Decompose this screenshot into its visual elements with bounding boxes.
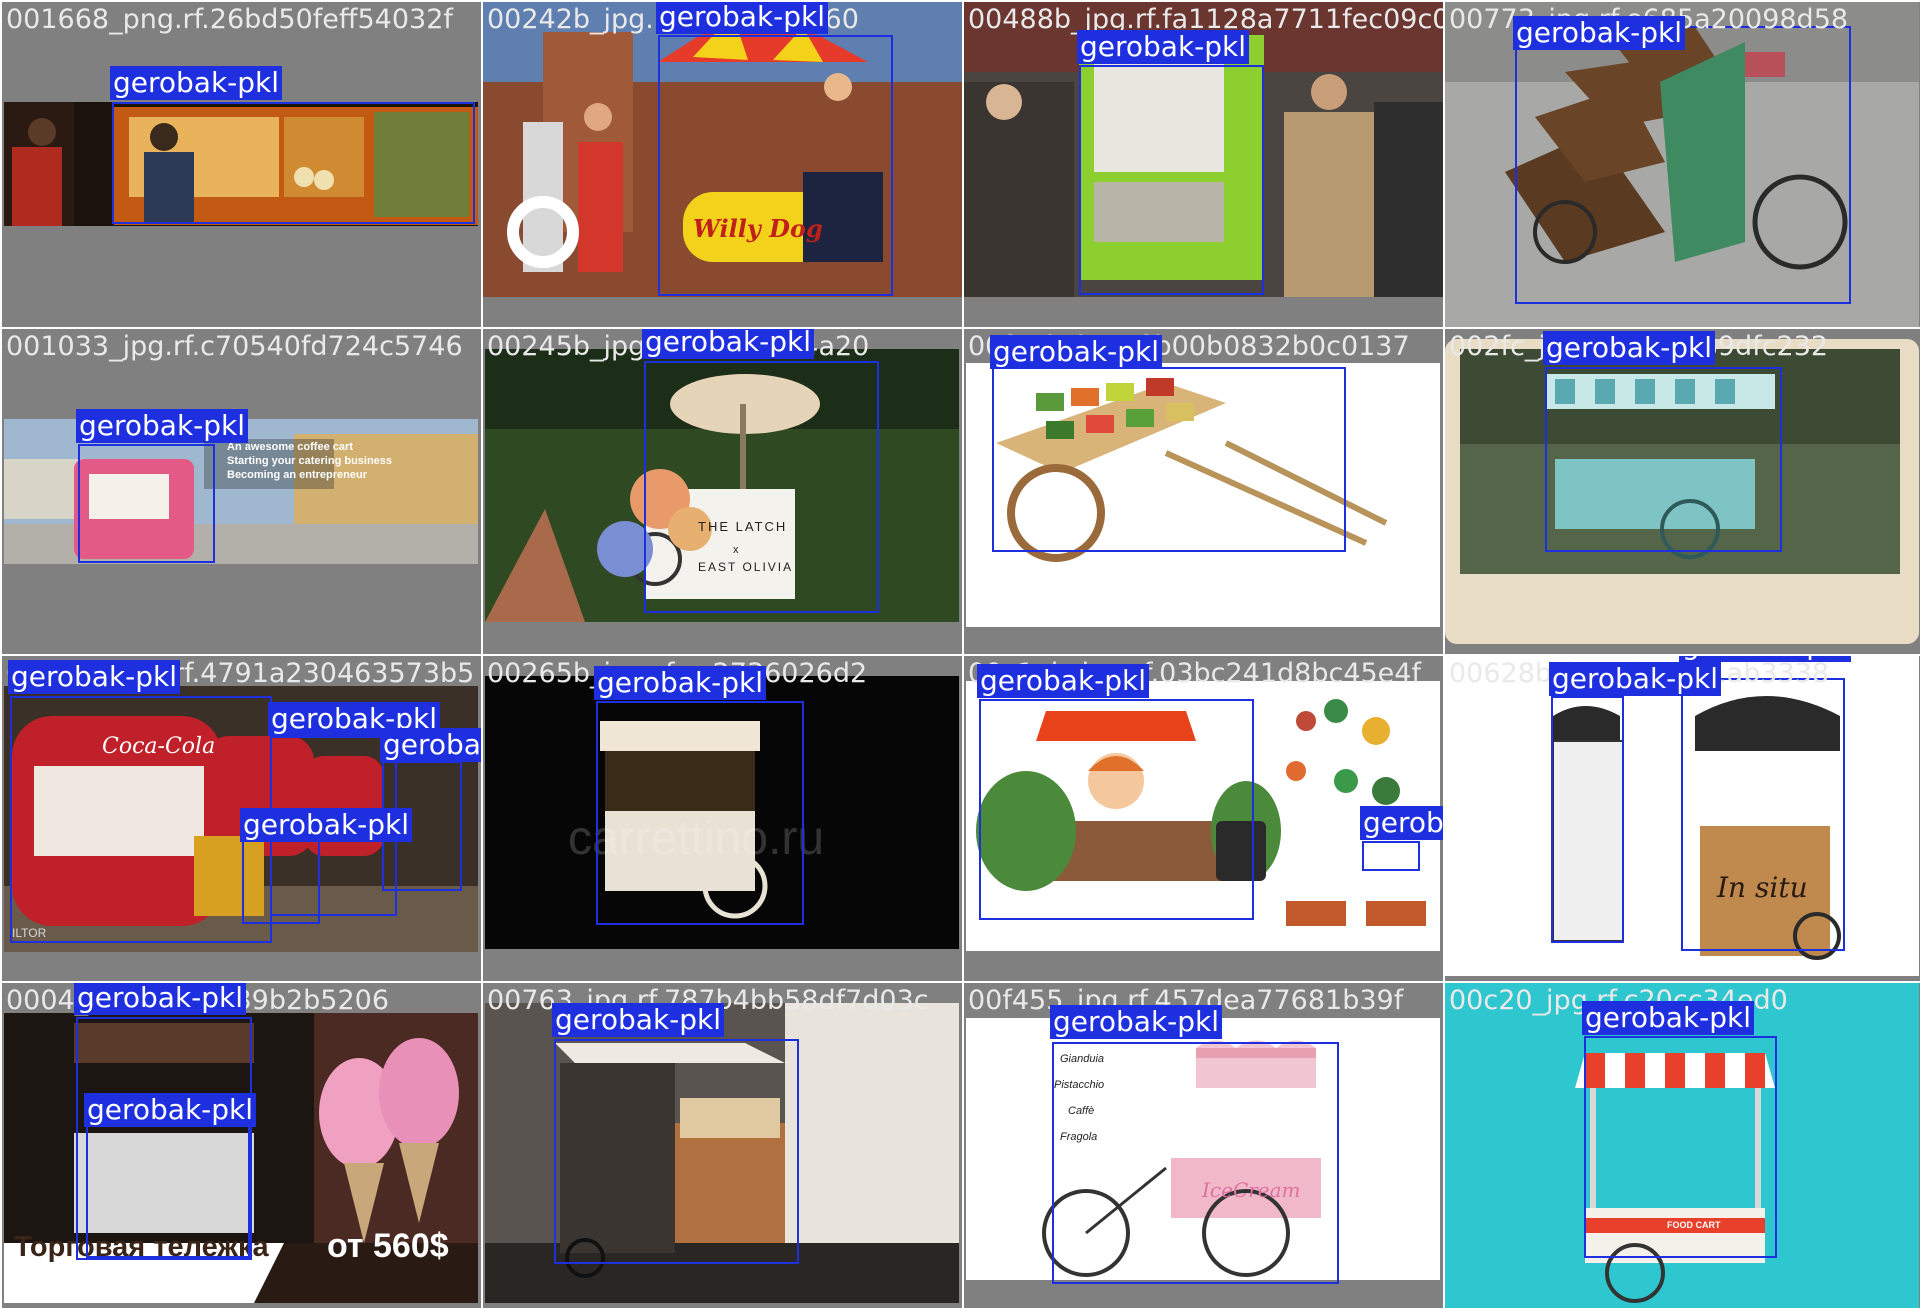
bbox [1545,367,1782,552]
bbox [979,699,1254,920]
tile-7: 00f28b_jpg.rf.b00b0832b0c0137 gerobak-pk… [964,329,1443,654]
tile-13: Торговая тележка от 560$ 0004_jpg.rf.9d1… [2,983,481,1308]
bbox-label: gerobak-pkl [1679,656,1852,662]
bbox [992,367,1346,552]
bbox-label: gerobak-pkl [76,409,249,443]
bbox [554,1039,799,1264]
bbox-label: gerobak-pkl [1360,806,1443,840]
bbox-label: gerobak-pkl [84,1093,257,1127]
bbox [1515,26,1851,304]
tile-filename: 001668_png.rf.26bd50feff54032f [6,4,453,35]
bbox-label: gerobak-pkl [656,2,829,34]
bbox [644,361,879,613]
tile-3: 00488b_jpg.rf.fa1128a7711fec09c0a7 gerob… [964,2,1443,327]
tile-15: Gianduia Pistacchio Caffè Fragola IceCre… [964,983,1443,1308]
bbox-label: gerobak-pkl [110,66,283,100]
bbox [1584,1036,1777,1258]
tile-2: Willy Dog 00242b_jpg.rf.fd0ce0e9760 gero… [483,2,962,327]
tile-filename: 001033_jpg.rf.c70540fd724c5746 [6,331,463,362]
bbox-label: gerobak-pkl [1543,331,1716,365]
tile-14: 00763_jpg.rf.787b4bb58df7d03c gerobak-pk… [483,983,962,1308]
bbox-label: gerobak-pkl [240,808,413,842]
photo-text-coffee-3: Becoming an entrepreneur [227,469,367,481]
bbox-label: gerobak-pkl [977,664,1150,698]
bbox [1551,696,1624,943]
bbox-label: gerobak-pkl [990,335,1163,369]
tile-1: 001668_png.rf.26bd50feff54032f gerobak-p… [2,2,481,327]
bbox-label: gerobak-pkl [1513,16,1686,50]
bbox [78,444,215,563]
bbox [1362,841,1420,871]
bbox [86,1113,250,1258]
bbox [658,35,893,296]
bbox-label: gerobak-pkl [380,728,481,762]
tile-11: 00c1ab_jpg.rf.03bc241d8bc45e4f gerobak-p… [964,656,1443,981]
bbox-label: gerobak-pkl [552,1003,725,1037]
tile-5: An awesome coffee cart Starting your cat… [2,329,481,654]
bbox-label: gerobak-pkl [642,329,815,359]
tile-8: 002fc_jpg.rf.d1ee289dfc232 gerobak-pkl [1445,329,1920,654]
bbox [112,102,475,224]
bbox [596,701,804,925]
tile-9: Coca-Cola ILTOR 001200_jpg.rf.4791a23046… [2,656,481,981]
tile-6: THE LATCH x EAST OLIVIA 00245b_jpg.rf.d1… [483,329,962,654]
bbox [10,696,272,943]
bbox-label: gerobak-pkl [1050,1005,1223,1039]
bbox [1079,65,1264,295]
tile-10: carrettino.ru 00265b_jpg.rf.ec2736026d2 … [483,656,962,981]
bbox-label: gerobak-pkl [74,983,247,1015]
photo-text-cotton-price: от 560$ [327,1227,449,1265]
bbox-label: gerobak-pkl [1077,30,1250,64]
tile-16: FOOD CART 00c20_jpg.rf.c20cc34ed0 geroba… [1445,983,1920,1308]
tile-12: In situ 00628b_jpg.rf.800c1ab3338 geroba… [1445,656,1920,981]
tile-4: 00773_jpg.rf.e685a20098d58 gerobak-pkl [1445,2,1920,327]
bbox-label: gerobak-pkl [1549,662,1722,696]
bbox-label: gerobak-pkl [8,660,181,694]
bbox [1052,1042,1339,1284]
bbox-label: gerobak-pkl [1582,1001,1755,1035]
bbox [1681,678,1845,951]
bbox-label: gerobak-pkl [594,666,767,700]
photo-text-coffee-2: Starting your catering business [227,455,393,467]
